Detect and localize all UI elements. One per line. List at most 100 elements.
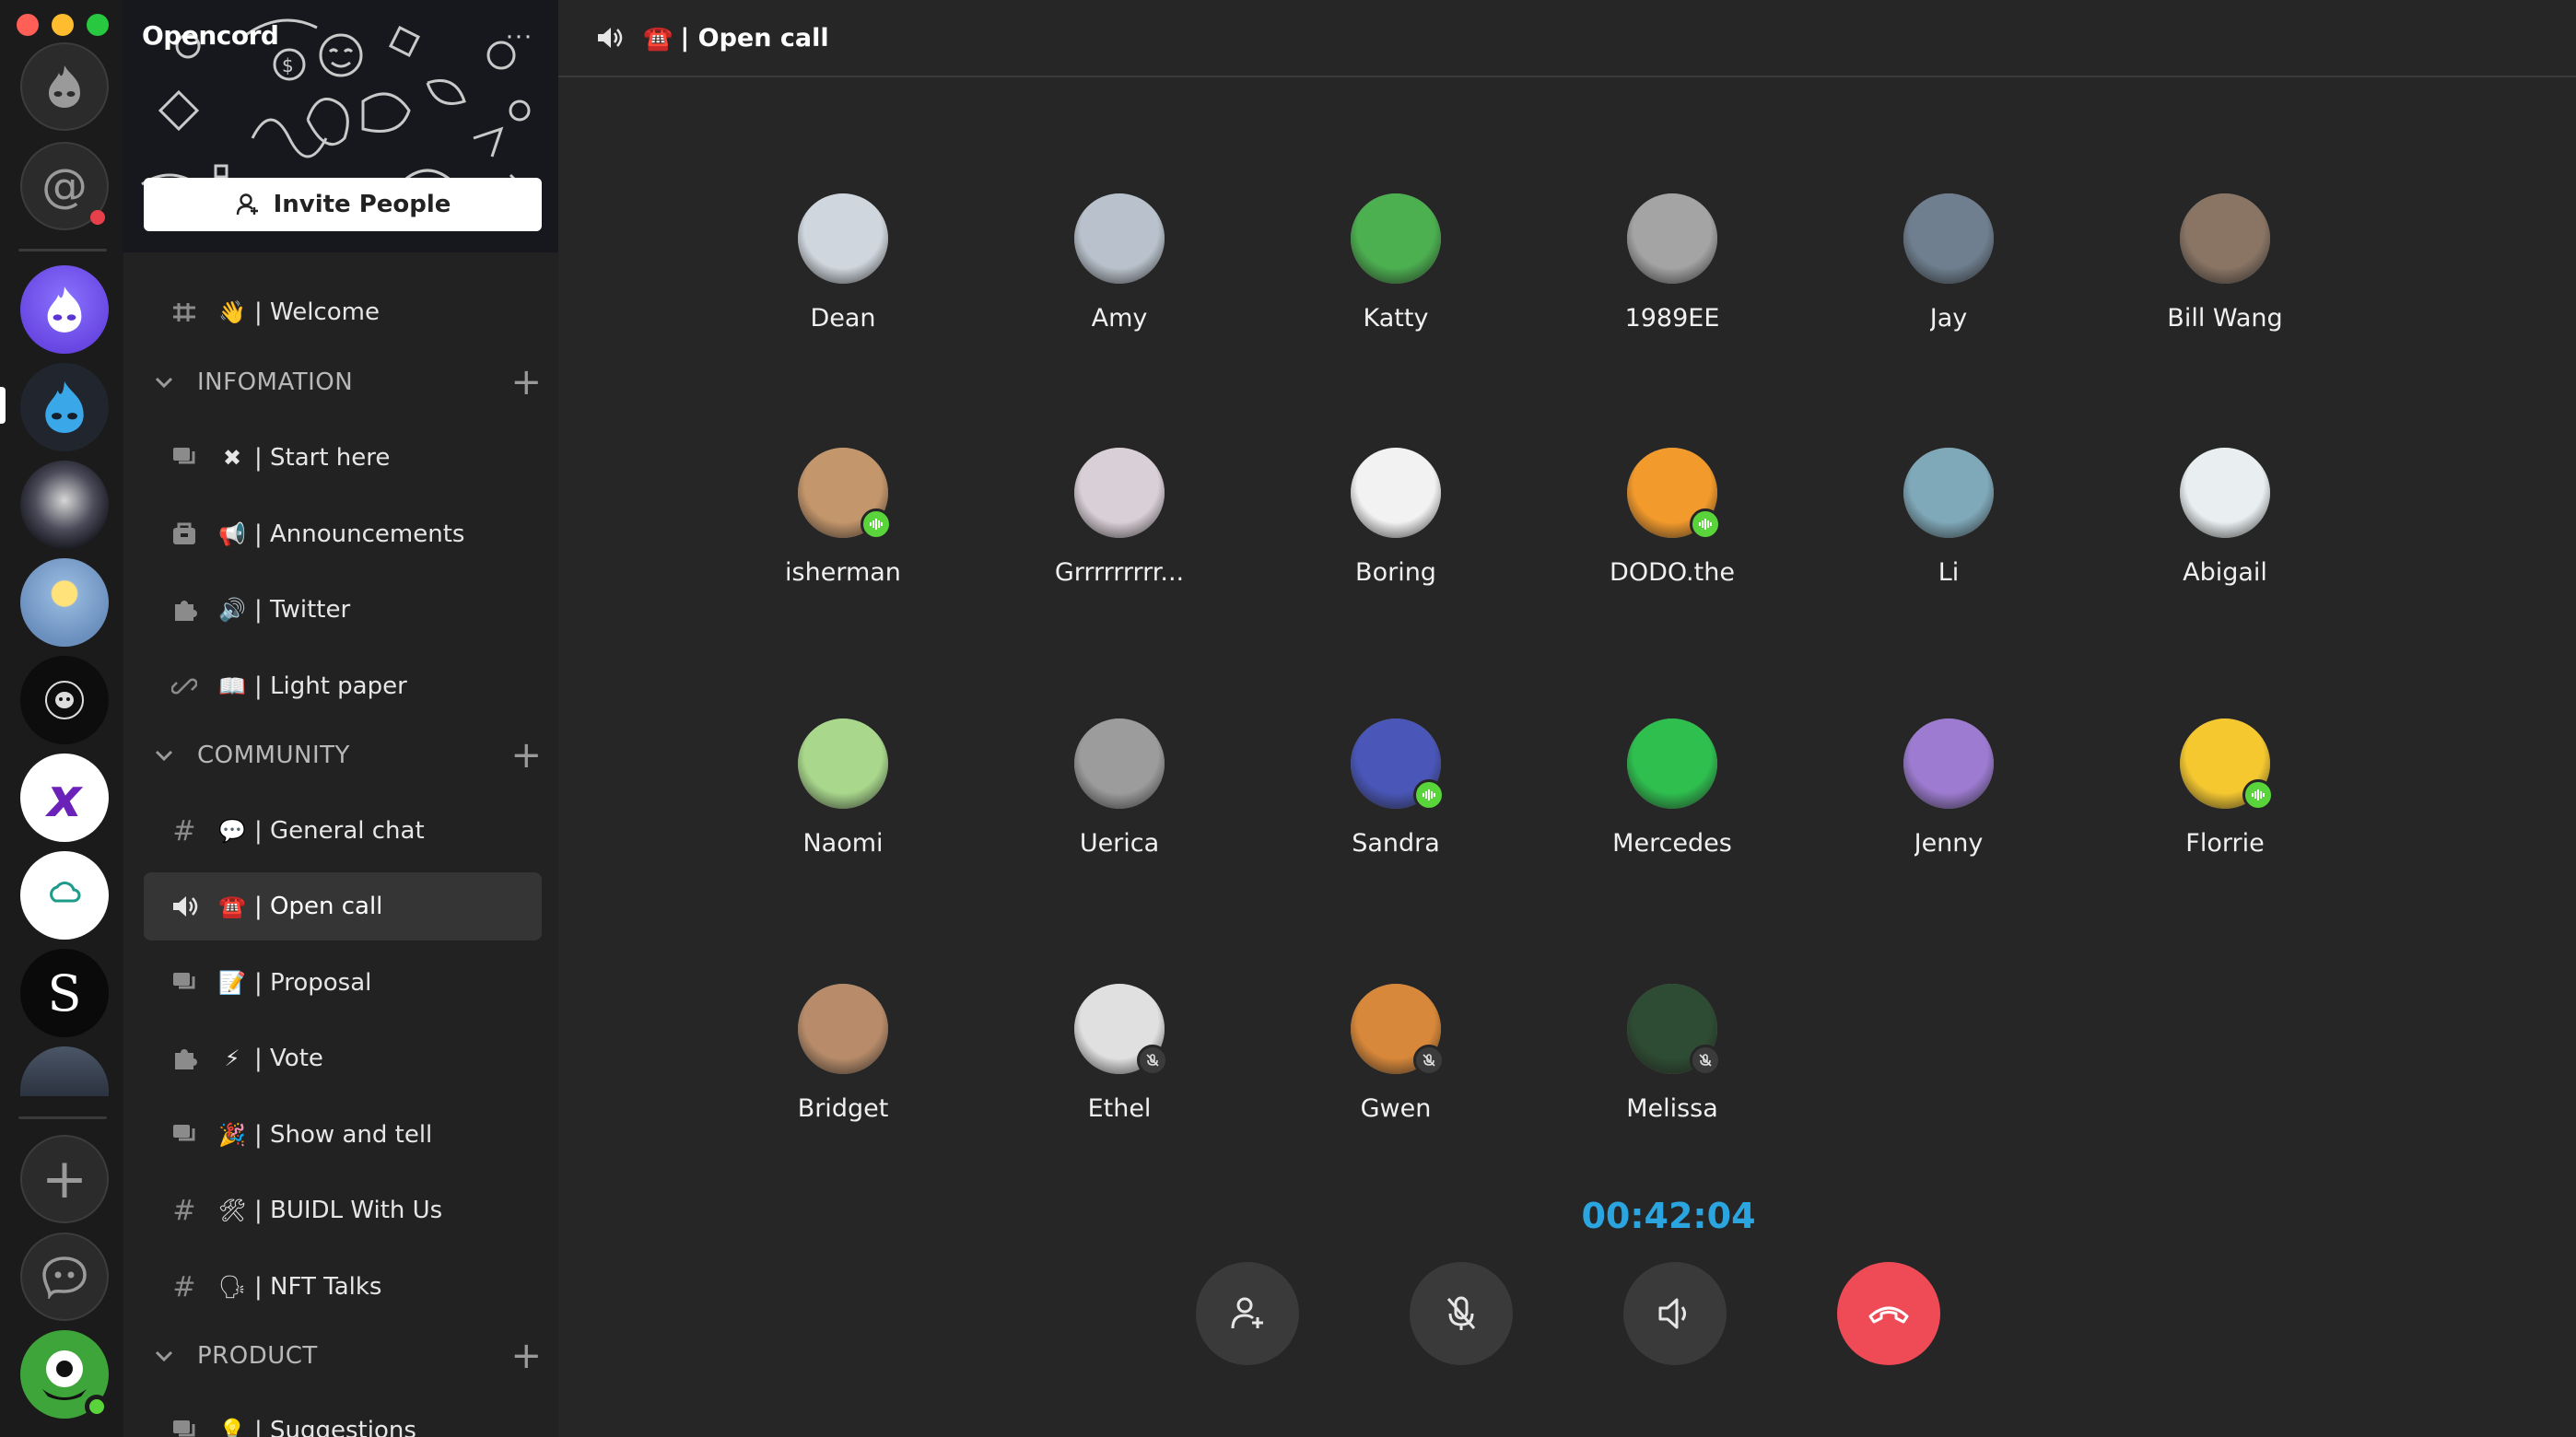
x-logo-icon: x: [47, 766, 82, 829]
channel-twitter[interactable]: 🔊 | Twitter: [144, 576, 542, 644]
server-name[interactable]: Opencord: [142, 20, 279, 51]
mute-microphone-button[interactable]: [1410, 1262, 1513, 1365]
muted-mic-icon: [1690, 1045, 1721, 1076]
participant-name: Jay: [1929, 304, 1968, 333]
server-icon-armor-knight[interactable]: [20, 461, 109, 549]
participant-tile[interactable]: isherman: [723, 448, 963, 587]
channel-emoji: 👋: [218, 299, 246, 325]
participant-tile[interactable]: Gwen: [1276, 984, 1516, 1123]
rail-divider: [18, 1116, 107, 1119]
avatar-image: [1903, 718, 1994, 809]
forum-icon: [166, 1419, 203, 1437]
participant-name: Florrie: [2185, 829, 2265, 858]
participant-tile[interactable]: Boring: [1276, 448, 1516, 587]
participant-tile[interactable]: Ethel: [1000, 984, 1239, 1123]
channel-buidl-with-us[interactable]: # 🛠 | BUIDL With Us: [144, 1176, 542, 1244]
server-icon-blue-flame[interactable]: [20, 363, 109, 451]
call-timer: 00:42:04: [1581, 1196, 1756, 1236]
chat-face-icon: [42, 1256, 87, 1299]
participant-tile[interactable]: Dean: [723, 193, 963, 333]
channel-show-and-tell[interactable]: 🎉 | Show and tell: [144, 1101, 542, 1169]
server-icon-atlas[interactable]: [20, 851, 109, 940]
add-server-button[interactable]: +: [20, 1135, 109, 1223]
channel-light-paper[interactable]: 📖 | Light paper: [144, 652, 542, 720]
participant-name: Ethel: [1087, 1094, 1152, 1123]
participant-tile[interactable]: Li: [1829, 448, 2068, 587]
participant-tile[interactable]: Abigail: [2105, 448, 2345, 587]
participant-tile[interactable]: Jenny: [1829, 718, 2068, 858]
participant-tile[interactable]: Grrrrrrrrr...: [1000, 448, 1239, 587]
channel-welcome[interactable]: 👋 | Welcome: [144, 278, 542, 346]
channel-open-call[interactable]: ☎️ | Open call: [144, 872, 542, 940]
add-channel-icon[interactable]: +: [510, 1338, 542, 1374]
channel-label: | Suggestions: [254, 1417, 416, 1437]
server-icon-purple-flame[interactable]: [20, 265, 109, 354]
participant-tile[interactable]: Mercedes: [1552, 718, 1792, 858]
participant-avatar: [1074, 448, 1165, 538]
channel-label: | Announcements: [254, 520, 465, 548]
cloud-logo-icon: [50, 882, 81, 903]
participant-avatar: [1903, 448, 1994, 538]
speaker-toggle-button[interactable]: [1623, 1262, 1727, 1365]
muted-mic-icon: [1413, 1045, 1445, 1076]
participant-tile[interactable]: Naomi: [723, 718, 963, 858]
participant-name: Katty: [1363, 304, 1429, 333]
avatar-image: [798, 193, 888, 284]
participant-tile[interactable]: 1989EE: [1552, 193, 1792, 333]
participant-tile[interactable]: Jay: [1829, 193, 2068, 333]
flame-mascot-icon: [45, 381, 84, 433]
participant-tile[interactable]: Uerica: [1000, 718, 1239, 858]
window-close-button[interactable]: [17, 14, 39, 36]
forum-icon: [166, 446, 203, 470]
participant-tile[interactable]: DODO.the: [1552, 448, 1792, 587]
server-icon-x[interactable]: x: [20, 754, 109, 842]
channel-announcements[interactable]: 📢 | Announcements: [144, 500, 542, 568]
participant-avatar: [798, 718, 888, 809]
at-sign-icon: @: [41, 159, 88, 213]
invite-people-button[interactable]: Invite People: [144, 178, 542, 231]
participant-tile[interactable]: Bridget: [723, 984, 963, 1123]
invite-to-call-button[interactable]: [1196, 1262, 1299, 1365]
channel-suggestions[interactable]: 💡 | Suggestions: [144, 1396, 542, 1437]
channel-label: | Proposal: [254, 969, 372, 997]
voice-call-area: ☎️ | Open call Dean Amy Katty 1989EE Jay Bill…: [558, 0, 2576, 1437]
home-button[interactable]: [20, 42, 109, 131]
participant-tile[interactable]: Florrie: [2105, 718, 2345, 858]
invite-people-label: Invite People: [273, 191, 451, 218]
explore-button[interactable]: [20, 1233, 109, 1321]
channel-start-here[interactable]: ✖ | Start here: [144, 424, 542, 492]
participant-tile[interactable]: Sandra: [1276, 718, 1516, 858]
mic-off-icon: [1446, 1296, 1476, 1330]
channel-emoji: ☎️: [218, 894, 246, 919]
server-icon-landscape[interactable]: [20, 1046, 109, 1096]
participant-avatar: [2180, 193, 2270, 284]
window-minimize-button[interactable]: [52, 14, 74, 36]
participant-avatar: [1627, 718, 1717, 809]
server-icon-s[interactable]: S: [20, 949, 109, 1037]
channel-proposal[interactable]: 📝 | Proposal: [144, 949, 542, 1017]
server-icon-bored-ape[interactable]: [20, 656, 109, 744]
participant-tile[interactable]: Amy: [1000, 193, 1239, 333]
participant-avatar: [1903, 718, 1994, 809]
server-icon-lightbulb[interactable]: [20, 558, 109, 647]
category-community[interactable]: COMMUNITY +: [144, 732, 542, 778]
participant-tile[interactable]: Melissa: [1552, 984, 1792, 1123]
channel-emoji: 🛠: [217, 1198, 247, 1223]
hang-up-button[interactable]: [1837, 1262, 1940, 1365]
channel-vote[interactable]: ⚡ | Vote: [144, 1024, 542, 1092]
category-label: PRODUCT: [197, 1342, 318, 1370]
add-channel-icon[interactable]: +: [510, 364, 542, 401]
category-information[interactable]: INFOMATION +: [144, 359, 542, 405]
participant-tile[interactable]: Katty: [1276, 193, 1516, 333]
channel-nft-talks[interactable]: # 🗣 | NFT Talks: [144, 1253, 542, 1321]
plus-icon: +: [41, 1147, 88, 1211]
server-menu-icon[interactable]: ···: [505, 20, 533, 52]
rules-icon: [166, 299, 203, 325]
channel-general-chat[interactable]: # 💬 | General chat: [144, 797, 542, 865]
participant-tile[interactable]: Bill Wang: [2105, 193, 2345, 333]
channel-label: | General chat: [254, 817, 425, 845]
category-product[interactable]: PRODUCT +: [144, 1333, 542, 1379]
flame-mascot-icon: [47, 286, 82, 333]
window-zoom-button[interactable]: [87, 14, 109, 36]
add-channel-icon[interactable]: +: [510, 737, 542, 774]
